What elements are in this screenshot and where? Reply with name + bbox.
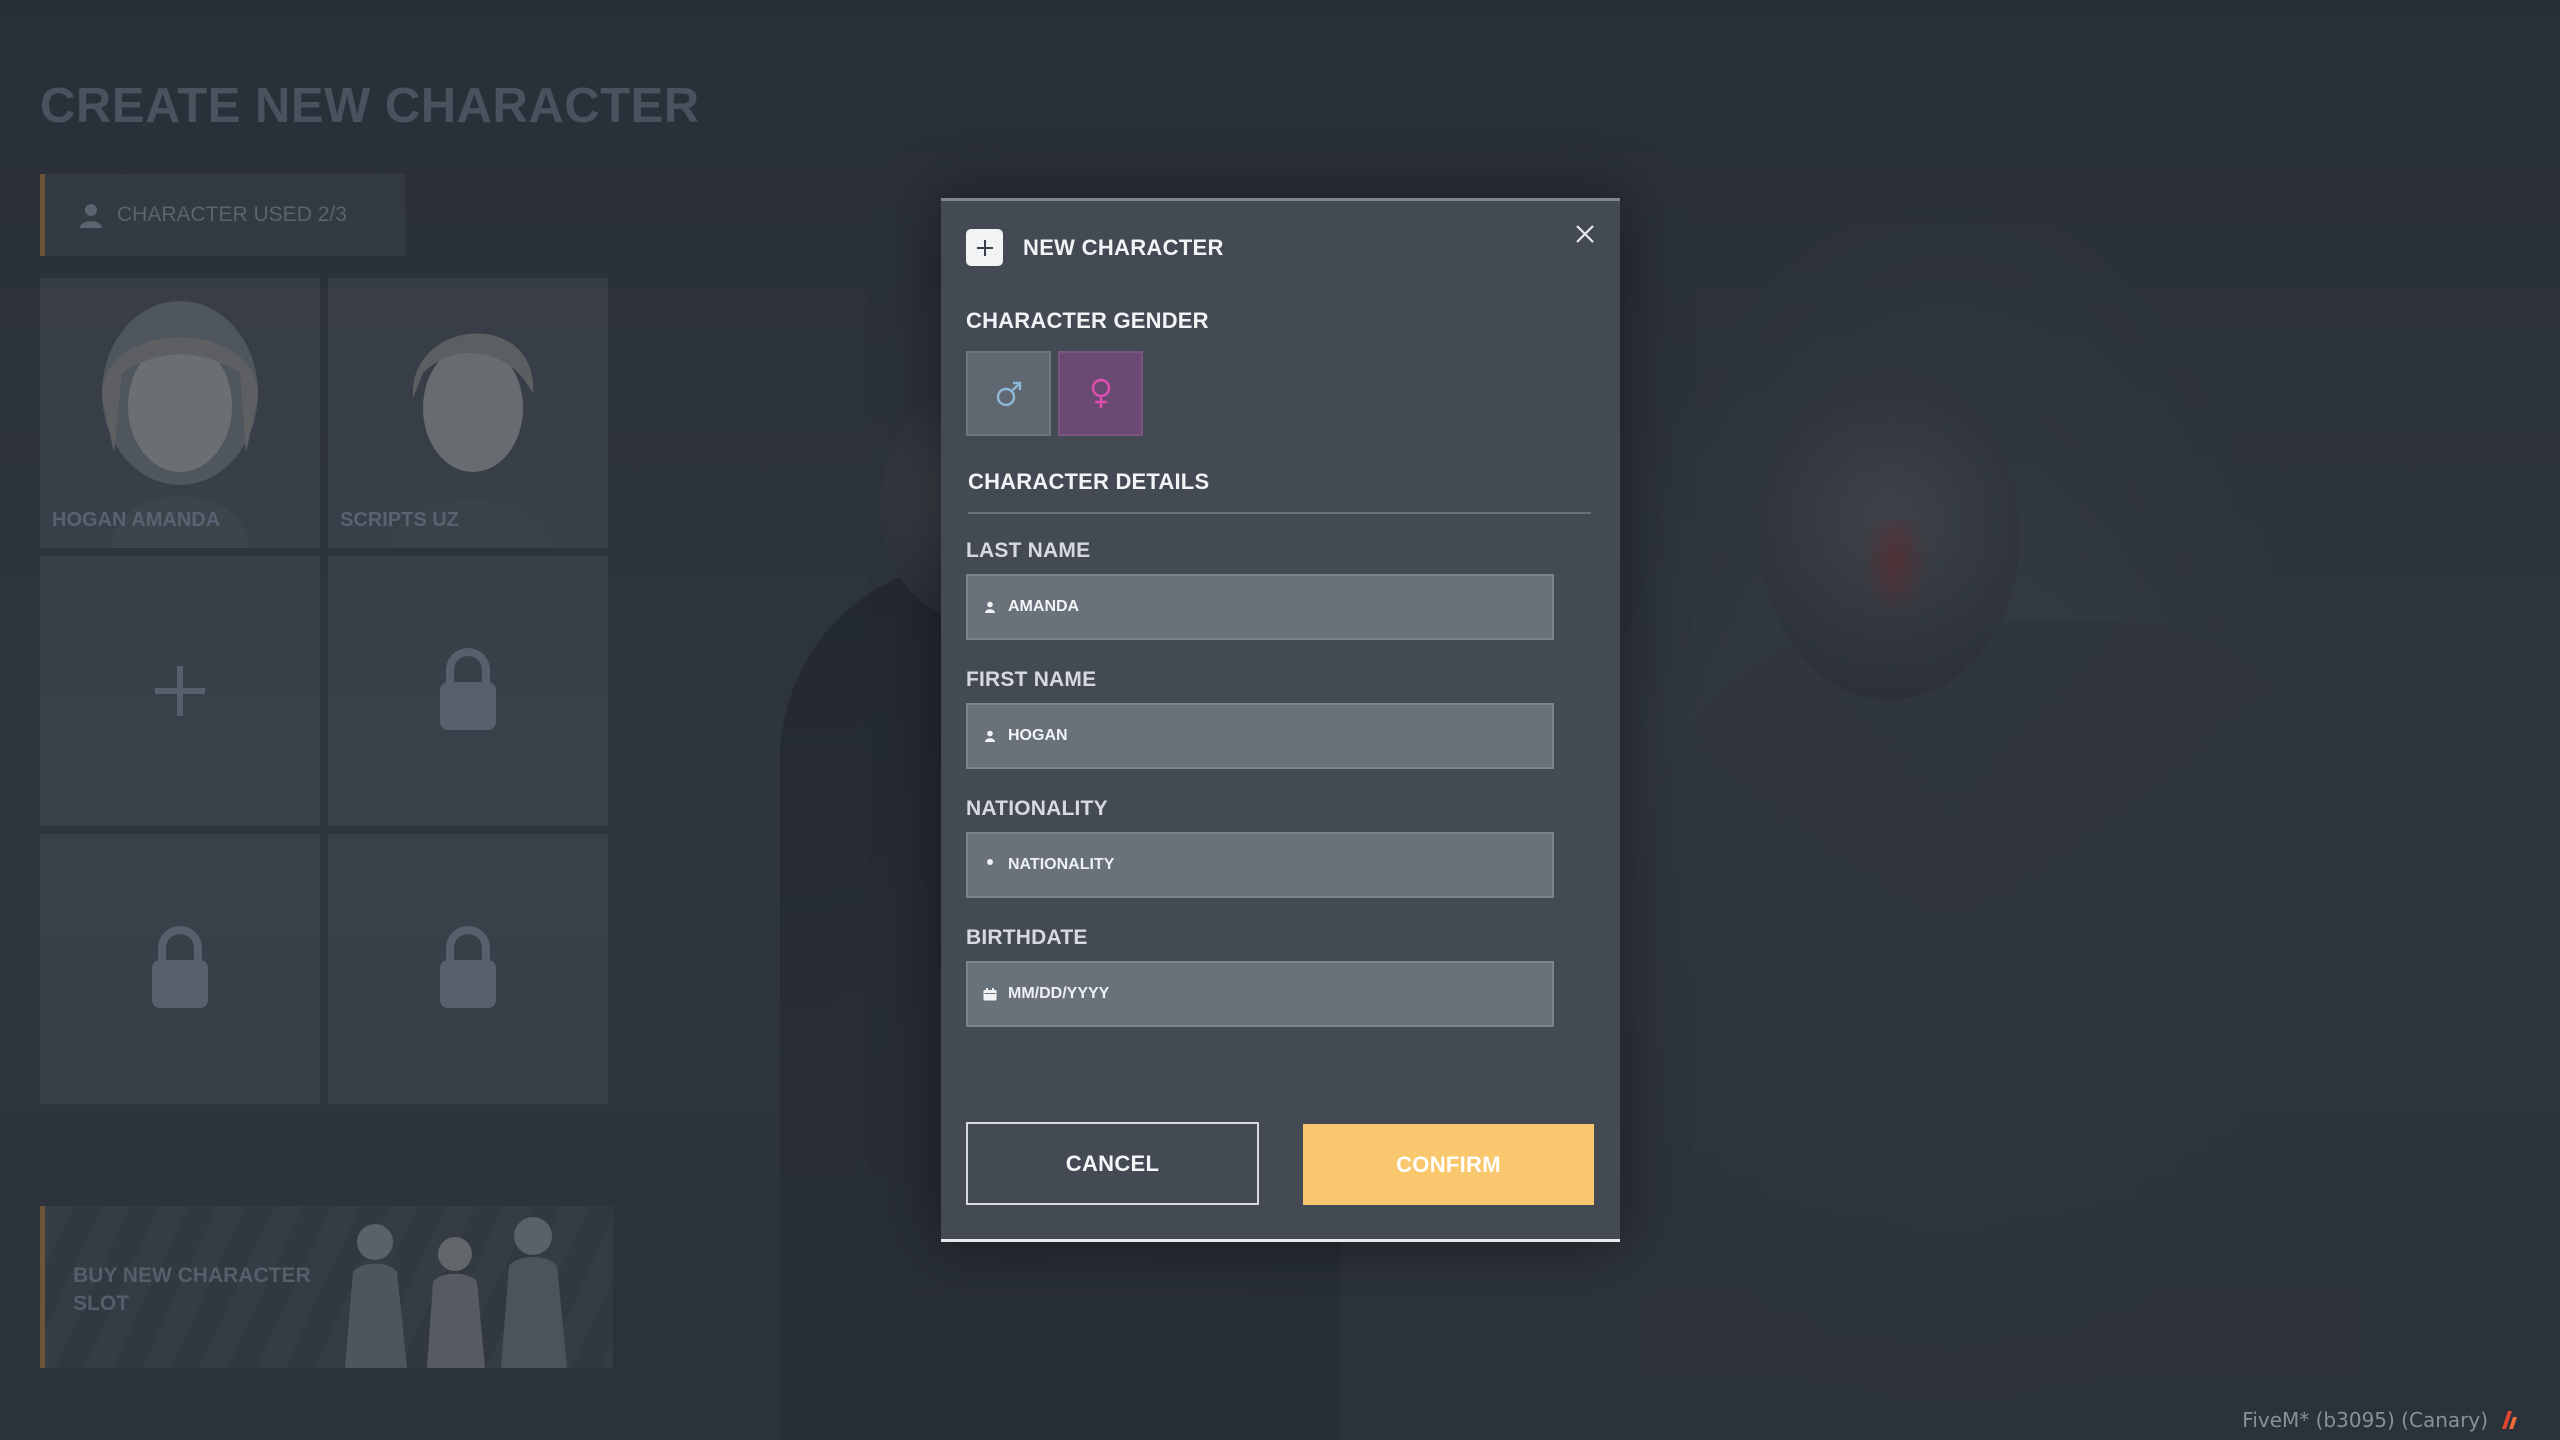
birthdate-label: BIRTHDATE: [966, 926, 1088, 949]
close-icon[interactable]: [1570, 219, 1600, 249]
section-divider: [968, 512, 1591, 514]
globe-icon: [982, 857, 998, 873]
character-card-empty[interactable]: [40, 556, 320, 826]
first-name-field: [966, 703, 1554, 769]
character-card[interactable]: HOGAN AMANDA: [40, 278, 320, 548]
user-icon: [80, 204, 102, 228]
character-portrait: [102, 301, 258, 548]
nationality-input[interactable]: [1006, 855, 1552, 875]
character-card-locked: [328, 556, 608, 826]
character-name: HOGAN AMANDA: [52, 509, 221, 531]
user-icon: [982, 728, 998, 744]
lock-icon: [152, 926, 208, 1008]
last-name-field: [966, 574, 1554, 640]
client-watermark: FiveM* (b3095) (Canary): [2242, 1408, 2520, 1432]
character-card-locked: [328, 834, 608, 1104]
lock-icon: [440, 926, 496, 1008]
gender-male-button[interactable]: [966, 351, 1051, 436]
character-card-locked: [40, 834, 320, 1104]
gender-selector: [966, 351, 1143, 436]
confirm-button[interactable]: CONFIRM: [1303, 1124, 1594, 1205]
user-icon: [982, 599, 998, 615]
watermark-text: FiveM* (b3095) (Canary): [2242, 1408, 2488, 1432]
plus-icon: [966, 229, 1003, 266]
buy-slot-button[interactable]: BUY NEW CHARACTER SLOT: [40, 1206, 613, 1368]
calendar-icon: [982, 986, 998, 1002]
new-character-modal: NEW CHARACTER CHARACTER GENDER CHARACTER…: [941, 198, 1620, 1242]
last-name-label: LAST NAME: [966, 539, 1091, 562]
birthdate-field: [966, 961, 1554, 1027]
page-title: CREATE NEW CHARACTER: [40, 79, 700, 133]
nationality-field: [966, 832, 1554, 898]
first-name-label: FIRST NAME: [966, 668, 1097, 691]
male-symbol-icon: [996, 381, 1021, 406]
cancel-button[interactable]: CANCEL: [966, 1122, 1259, 1205]
birthdate-input[interactable]: [1006, 984, 1552, 1004]
nationality-label: NATIONALITY: [966, 797, 1108, 820]
slot-counter: CHARACTER USED 2/3: [40, 174, 405, 256]
character-portrait: [388, 333, 553, 548]
plus-icon: [155, 666, 205, 716]
female-symbol-icon: [1091, 378, 1110, 408]
modal-title: NEW CHARACTER: [1023, 234, 1224, 260]
gender-section-label: CHARACTER GENDER: [966, 308, 1209, 333]
buy-slot-label: BUY NEW CHARACTER SLOT: [73, 1264, 311, 1315]
character-name: SCRIPTS UZ: [340, 509, 459, 531]
gender-female-button[interactable]: [1058, 351, 1143, 436]
character-group-image: [345, 1217, 567, 1368]
character-card[interactable]: SCRIPTS UZ: [328, 278, 608, 548]
first-name-input[interactable]: [1006, 726, 1552, 746]
last-name-input[interactable]: [1006, 597, 1552, 617]
details-section-label: CHARACTER DETAILS: [968, 469, 1210, 494]
fivem-logo-icon: [2502, 1411, 2517, 1429]
slot-counter-text: CHARACTER USED 2/3: [117, 203, 347, 226]
modal-header: NEW CHARACTER: [966, 229, 1224, 266]
lock-icon: [440, 648, 496, 730]
